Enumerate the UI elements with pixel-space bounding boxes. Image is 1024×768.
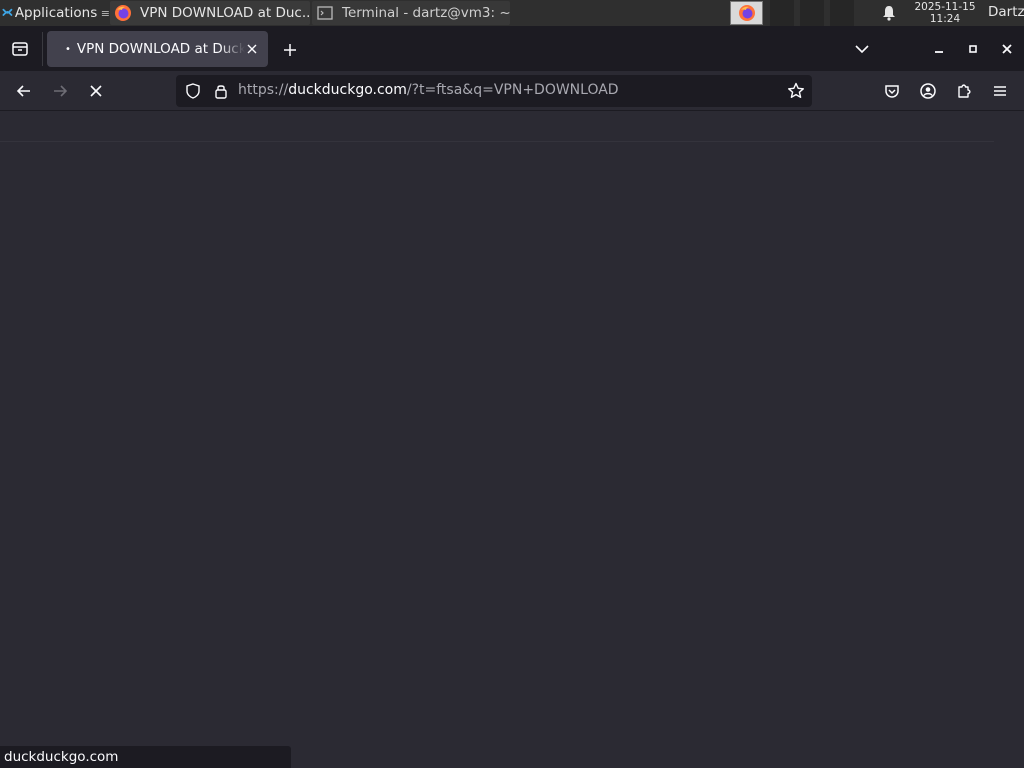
app-menu-button[interactable] xyxy=(988,79,1012,103)
firefox-view-icon xyxy=(12,42,28,56)
extensions-button[interactable] xyxy=(952,79,976,103)
page-content-area[interactable] xyxy=(0,111,1024,768)
clock-time: 11:24 xyxy=(929,13,961,25)
content-divider xyxy=(0,141,994,142)
lock-icon[interactable] xyxy=(212,82,230,100)
taskbar-separator xyxy=(830,0,854,26)
maximize-icon xyxy=(969,45,977,53)
new-tab-button[interactable] xyxy=(279,39,301,61)
hamburger-menu-icon xyxy=(994,86,1006,96)
taskbar-separator xyxy=(770,0,794,26)
arrow-left-icon xyxy=(16,85,30,97)
xfce-logo-icon xyxy=(2,8,13,16)
desktop-taskbar: Applications VPN DOWNLOAD at Duc... Term… xyxy=(0,0,1024,26)
firefox-view-button[interactable] xyxy=(6,36,34,62)
status-panel: duckduckgo.com xyxy=(0,746,291,768)
maximize-button[interactable] xyxy=(963,39,983,59)
taskbar-separator xyxy=(800,0,824,26)
terminal-icon xyxy=(317,6,333,20)
taskbar-item-terminal[interactable]: Terminal - dartz@vm3: ~ xyxy=(312,1,510,25)
close-icon xyxy=(1002,44,1012,54)
navigation-toolbar: https://duckduckgo.com/?t=ftsa&q=VPN+DOW… xyxy=(0,71,1024,111)
puzzle-icon xyxy=(958,84,971,98)
taskbar-item-label: Terminal - dartz@vm3: ~ xyxy=(342,5,510,21)
applications-label: Applications xyxy=(15,5,110,21)
user-menu[interactable]: Dartz xyxy=(988,4,1024,20)
minimize-button[interactable] xyxy=(929,39,949,59)
notification-bell-icon[interactable] xyxy=(880,4,898,22)
arrow-right-icon xyxy=(54,85,68,97)
pocket-button[interactable] xyxy=(880,79,904,103)
url-text[interactable]: https://duckduckgo.com/?t=ftsa&q=VPN+DOW… xyxy=(238,82,619,98)
browser-tab-strip: • VPN DOWNLOAD at DuckDuckGo xyxy=(0,26,1024,71)
tab-title: VPN DOWNLOAD at DuckDuckGo xyxy=(76,41,245,57)
url-path: /?t=ftsa&q=VPN+DOWNLOAD xyxy=(406,82,619,98)
taskbar-item-firefox[interactable]: VPN DOWNLOAD at Duc... xyxy=(110,1,310,25)
account-icon xyxy=(920,83,936,99)
stop-loading-button[interactable] xyxy=(84,79,108,103)
pocket-icon xyxy=(885,85,899,98)
close-icon xyxy=(90,85,102,97)
tab-loading-dot-icon: • xyxy=(65,43,71,55)
close-icon xyxy=(247,44,257,54)
clock-date: 2025-11-15 xyxy=(914,1,976,13)
url-bar[interactable]: https://duckduckgo.com/?t=ftsa&q=VPN+DOW… xyxy=(176,75,812,107)
plus-icon xyxy=(284,44,296,56)
tab-separator xyxy=(42,32,43,66)
list-all-tabs-chevron-down-icon[interactable] xyxy=(852,41,872,57)
window-close-button[interactable] xyxy=(997,39,1017,59)
tab-close-button[interactable] xyxy=(244,41,260,57)
url-scheme: https:// xyxy=(238,82,289,98)
firefox-icon xyxy=(115,5,131,21)
forward-button[interactable] xyxy=(48,79,72,103)
clock[interactable]: 2025-11-15 11:24 xyxy=(905,1,985,25)
url-domain: duckduckgo.com xyxy=(288,82,407,98)
back-button[interactable] xyxy=(12,79,36,103)
minimize-icon xyxy=(935,51,943,53)
applications-menu-button[interactable]: Applications xyxy=(0,0,110,26)
tab-active[interactable]: • VPN DOWNLOAD at DuckDuckGo xyxy=(47,31,268,67)
taskbar-item-label: VPN DOWNLOAD at Duc... xyxy=(140,5,310,21)
shield-icon[interactable] xyxy=(184,82,202,100)
tray-firefox-button[interactable] xyxy=(730,1,763,25)
bookmark-star-icon[interactable] xyxy=(786,81,806,101)
account-button[interactable] xyxy=(916,79,940,103)
firefox-icon xyxy=(738,5,755,21)
